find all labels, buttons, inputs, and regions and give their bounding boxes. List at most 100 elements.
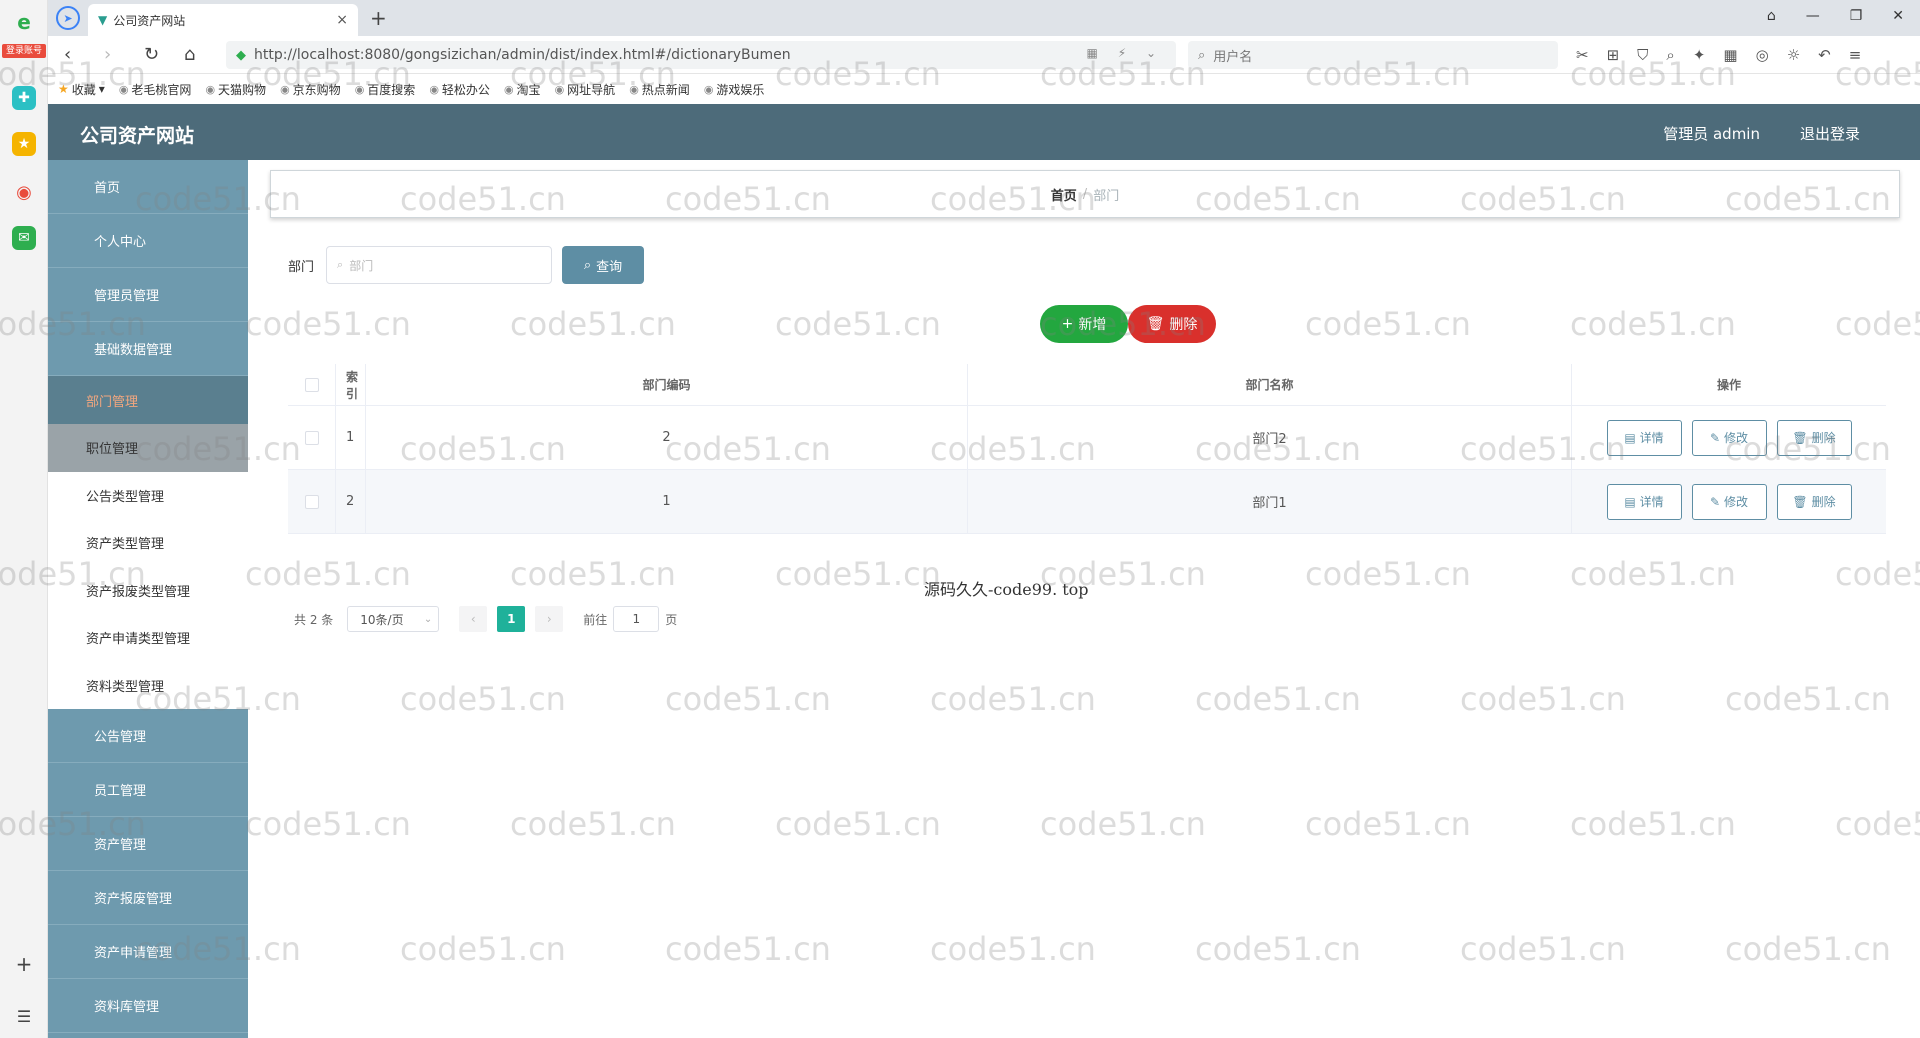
bookmark-item[interactable]: ◉ 百度搜索 xyxy=(355,81,416,98)
bookmark-item[interactable]: ◉ 老毛桃官网 xyxy=(119,81,192,98)
home-icon[interactable]: ⌂ xyxy=(184,44,195,65)
weibo-icon[interactable]: ◉ xyxy=(12,180,36,204)
bookmark-item[interactable]: ◉ 淘宝 xyxy=(504,81,541,98)
secure-shield-icon: ◆ xyxy=(236,47,246,63)
skin-icon[interactable]: ⌂ xyxy=(1767,8,1776,24)
search-ext-icon[interactable]: ⌕ xyxy=(1666,46,1674,64)
logout-link[interactable]: 退出登录 xyxy=(1800,123,1860,144)
select-all-checkbox[interactable] xyxy=(304,377,319,392)
page-size-select[interactable]: 10条/页 ⌄ xyxy=(347,606,440,632)
plus-service-icon[interactable]: ✚ xyxy=(12,86,36,110)
sidebar-item-department[interactable]: 部门管理 xyxy=(48,376,248,424)
main-content: 首页 / 部门 部门 ⌕ 部门 ⌕ 查询 + 新增 🗑 删除 索引 部门编码 部… xyxy=(248,160,1920,1038)
sidebar-item-profile[interactable]: 个人中心 xyxy=(48,214,248,268)
url-text: http://localhost:8080/gongsizichan/admin… xyxy=(254,47,791,63)
restore-icon[interactable]: ❐ xyxy=(1850,8,1863,24)
list-menu-icon[interactable]: ☰ xyxy=(12,1004,36,1028)
ie-icon[interactable]: ◎ xyxy=(1756,46,1769,64)
scissors-icon[interactable]: ✂ xyxy=(1576,46,1589,64)
next-page-button[interactable]: › xyxy=(535,606,564,632)
basic-data-submenu: 部门管理 职位管理 公告类型管理 资产类型管理 资产报废类型管理 资产申请类型管… xyxy=(48,376,248,709)
browser-menu-icon[interactable]: ≡ xyxy=(1849,46,1862,64)
cell-index: 1 xyxy=(336,406,366,469)
sidebar-item-docs[interactable]: 资料库管理 xyxy=(48,979,248,1033)
star-icon: ★ xyxy=(58,82,69,96)
row-checkbox[interactable] xyxy=(304,494,319,509)
select-all-cell xyxy=(288,364,336,405)
tab-close-icon[interactable]: × xyxy=(336,12,348,28)
bookmark-item[interactable]: ◉ 天猫购物 xyxy=(205,81,266,98)
browser-search-placeholder: 用户名 xyxy=(1213,49,1253,65)
query-button[interactable]: ⌕ 查询 xyxy=(562,246,645,284)
grid-icon[interactable]: ▦ xyxy=(1723,46,1737,64)
breadcrumb-current: 部门 xyxy=(1093,188,1120,204)
sidebar-item-admins[interactable]: 管理员管理 xyxy=(48,268,248,322)
back-icon[interactable]: ‹ xyxy=(64,44,71,65)
browser-tab[interactable]: ▼ 公司资产网站 × xyxy=(88,4,358,36)
globe-icon: ◉ xyxy=(503,82,514,96)
mail-icon[interactable]: ✉ xyxy=(12,226,36,250)
edit-button[interactable]: ✎ 修改 xyxy=(1691,483,1767,520)
sidebar-item-home[interactable]: 首页 xyxy=(48,160,248,214)
browser-search-input[interactable]: ⌕ 用户名 xyxy=(1188,41,1558,69)
sidebar-item-doc-type[interactable]: 资料类型管理 xyxy=(48,662,248,710)
filter-bar: 部门 ⌕ 部门 ⌕ 查询 xyxy=(288,246,645,284)
url-input[interactable]: ◆ http://localhost:8080/gongsizichan/adm… xyxy=(226,41,1176,69)
header-name: 部门名称 xyxy=(968,364,1572,405)
sidebar-item-scrap-type[interactable]: 资产报废类型管理 xyxy=(48,567,248,615)
breadcrumb-home[interactable]: 首页 xyxy=(1051,185,1077,204)
prev-page-button[interactable]: ‹ xyxy=(459,606,488,632)
sidebar-item-asset-type[interactable]: 资产类型管理 xyxy=(48,519,248,567)
shield-ext-icon[interactable]: ⛉ xyxy=(1637,46,1648,64)
add-rail-icon[interactable]: + xyxy=(12,952,36,976)
globe-icon: ◉ xyxy=(554,82,565,96)
bookmark-item[interactable]: ◉ 轻松办公 xyxy=(429,81,490,98)
add-button[interactable]: + 新增 xyxy=(1040,305,1128,343)
document-icon: ▤ xyxy=(1624,494,1636,509)
sidebar-item-assets[interactable]: 资产管理 xyxy=(48,817,248,871)
browser-logo-icon[interactable]: e xyxy=(12,10,36,34)
sidebar-item-notice-type[interactable]: 公告类型管理 xyxy=(48,472,248,520)
minimize-icon[interactable]: — xyxy=(1806,8,1820,24)
browser-nav-icon[interactable]: ➤ xyxy=(56,6,80,30)
sidebar-item-basic-data[interactable]: 基础数据管理 xyxy=(48,322,248,376)
sidebar-item-apply-type[interactable]: 资产申请类型管理 xyxy=(48,614,248,662)
bookmark-item[interactable]: ◉ 热点新闻 xyxy=(629,81,690,98)
pencil-icon: ✎ xyxy=(1709,494,1721,509)
browser-side-rail: e 登录账号 ✚ ★ ◉ ✉ + ☰ xyxy=(0,0,48,1038)
puzzle-icon[interactable]: ✦ xyxy=(1693,46,1706,64)
new-tab-button[interactable]: + xyxy=(370,6,387,30)
detail-button[interactable]: ▤ 详情 xyxy=(1606,419,1682,456)
undo-icon[interactable]: ↶ xyxy=(1818,46,1831,64)
sidebar-item-employees[interactable]: 员工管理 xyxy=(48,763,248,817)
sidebar-item-asset-scrap[interactable]: 资产报废管理 xyxy=(48,871,248,925)
bookmark-item[interactable]: ★ 收藏 ▾ xyxy=(58,81,105,98)
sidebar-item-asset-apply[interactable]: 资产申请管理 xyxy=(48,925,248,979)
sidebar-item-position[interactable]: 职位管理 xyxy=(48,424,248,472)
page-number-current[interactable]: 1 xyxy=(497,606,526,632)
edit-button[interactable]: ✎ 修改 xyxy=(1691,419,1767,456)
bookmark-item[interactable]: ◉ 游戏娱乐 xyxy=(704,81,765,98)
row-check-cell xyxy=(288,470,336,533)
goto-page-input[interactable]: 1 xyxy=(613,606,660,632)
app-title: 公司资产网站 xyxy=(80,125,195,147)
reload-icon[interactable]: ↻ xyxy=(144,44,159,65)
delete-button[interactable]: 🗑 删除 xyxy=(1776,483,1852,520)
brightness-icon[interactable]: ☼ xyxy=(1787,46,1800,64)
sidebar-item-notices[interactable]: 公告管理 xyxy=(48,709,248,763)
trash-icon: 🗑 xyxy=(1146,316,1165,332)
favorites-star-icon[interactable]: ★ xyxy=(12,132,36,156)
bookmark-item[interactable]: ◉ 网址导航 xyxy=(555,81,616,98)
department-search-input[interactable]: ⌕ 部门 xyxy=(326,246,553,284)
search-icon: ⌕ xyxy=(583,257,592,273)
bookmark-item[interactable]: ◉ 京东购物 xyxy=(280,81,341,98)
close-window-icon[interactable]: ✕ xyxy=(1892,8,1904,24)
detail-button[interactable]: ▤ 详情 xyxy=(1606,483,1682,520)
delete-button[interactable]: 🗑 删除 xyxy=(1776,419,1852,456)
batch-delete-button[interactable]: 🗑 删除 xyxy=(1128,305,1216,343)
translate-icon[interactable]: ⊞ xyxy=(1607,46,1620,64)
row-checkbox[interactable] xyxy=(304,430,319,445)
url-tools-icon[interactable]: ▦ ⚡ ⌄ xyxy=(1087,46,1164,60)
forward-icon[interactable]: › xyxy=(104,44,111,65)
login-badge[interactable]: 登录账号 xyxy=(2,44,46,58)
